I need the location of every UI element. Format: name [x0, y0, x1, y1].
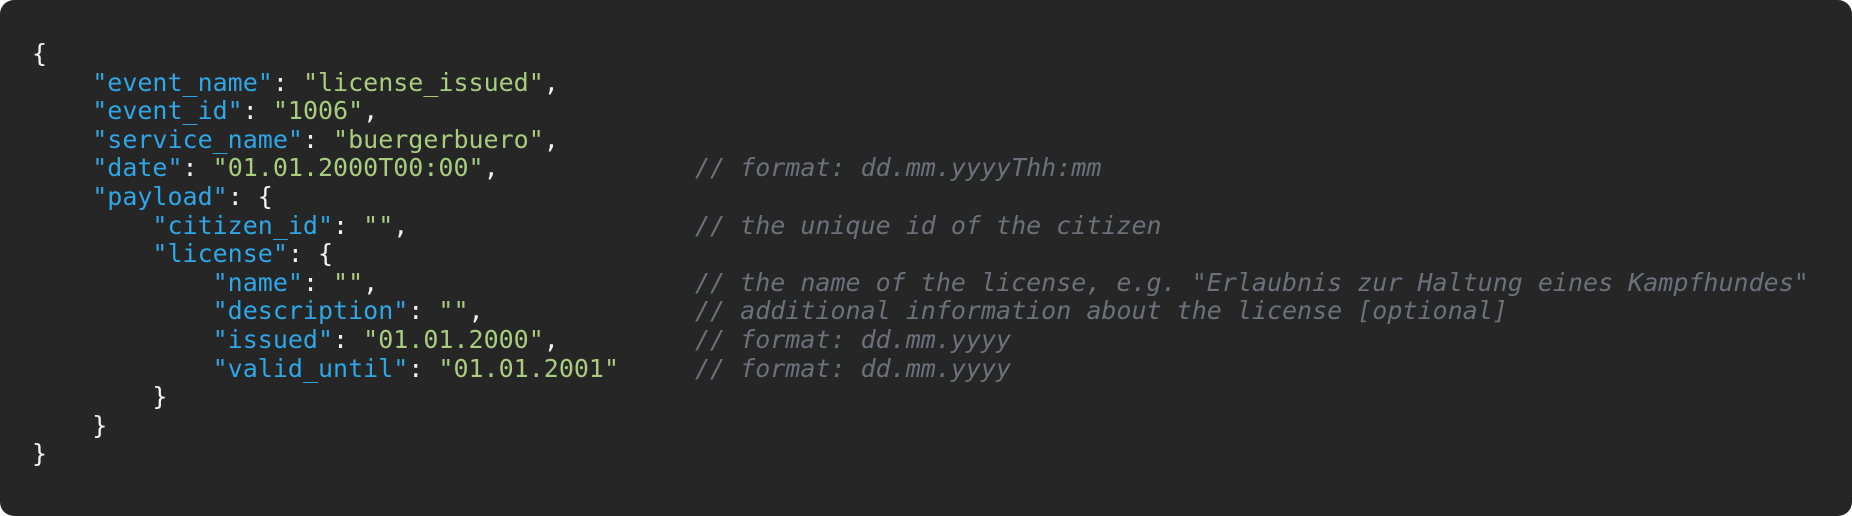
code-text: }: [32, 382, 167, 411]
json-key: "citizen_id": [152, 210, 334, 240]
json-punctuation: }: [32, 439, 48, 469]
json-punctuation: ,: [363, 96, 379, 126]
code-line: {: [32, 39, 619, 69]
json-punctuation: ,: [543, 124, 559, 154]
code-comment: // format: dd.mm.yyyy: [695, 324, 1012, 354]
json-punctuation: }: [92, 410, 108, 440]
json-punctuation: ,: [468, 296, 484, 326]
code-text: "valid_until": "01.01.2001": [32, 354, 619, 383]
code-comment: // format: dd.mm.yyyyThh:mm: [695, 153, 1102, 183]
json-punctuation: : {: [227, 181, 273, 211]
code-line: }: [32, 382, 619, 412]
code-text: "date": "01.01.2000T00:00",: [32, 153, 499, 183]
json-key: "license": [152, 239, 288, 269]
code-text: "name": "",: [32, 267, 379, 297]
json-punctuation: :: [302, 124, 334, 154]
json-key: "service_name": [92, 124, 303, 154]
json-punctuation: : {: [287, 239, 334, 269]
json-punctuation: :: [182, 153, 213, 183]
json-punctuation: :: [302, 267, 334, 297]
code-line: "date": "01.01.2000T00:00", // format: dd…: [32, 153, 1101, 183]
json-punctuation: ,: [543, 67, 559, 97]
json-key: "issued": [212, 324, 334, 354]
json-key: "event_id": [92, 96, 243, 126]
json-string: "license_issued": [302, 67, 544, 97]
code-line: "event_name": "license_issued",: [32, 68, 619, 98]
code-line: "event_id": "1006",: [32, 96, 619, 126]
code-text: "license": {: [32, 239, 333, 268]
json-key: "description": [212, 296, 409, 326]
json-punctuation: :: [408, 353, 439, 383]
code-lines: { "event_name": "license_issued", "event…: [32, 39, 1809, 469]
json-key: "payload": [92, 181, 228, 211]
json-key: "valid_until": [212, 353, 409, 383]
code-block: { "event_name": "license_issued", "event…: [0, 0, 1852, 516]
json-key: "event_name": [92, 67, 273, 97]
json-punctuation: ,: [483, 153, 499, 183]
json-key: "date": [92, 153, 183, 183]
json-punctuation: :: [408, 296, 439, 326]
code-text: "description": "",: [32, 296, 484, 326]
code-line: }: [32, 440, 619, 469]
json-string: "": [438, 296, 469, 326]
code-line: "license": {: [32, 239, 619, 269]
code-text: "citizen_id": "",: [32, 211, 408, 240]
json-punctuation: }: [152, 382, 168, 412]
code-text: "service_name": "buergerbuero",: [32, 125, 559, 154]
json-punctuation: ,: [363, 267, 379, 297]
json-punctuation: :: [242, 96, 273, 126]
json-string: "01.01.2001": [438, 353, 620, 383]
json-punctuation: ,: [543, 324, 559, 354]
json-punctuation: ,: [393, 210, 409, 240]
json-string: "01.01.2000": [363, 324, 544, 354]
code-line: "name": "", // the name of the license, e…: [32, 267, 1809, 298]
code-text: }: [32, 439, 48, 469]
json-string: "1006": [272, 96, 364, 126]
code-text: "event_id": "1006",: [32, 96, 378, 125]
code-line: "payload": {: [32, 182, 619, 212]
code-text: {: [32, 39, 47, 68]
code-text: }: [32, 411, 107, 440]
json-string: "": [333, 267, 364, 297]
json-string: "": [363, 210, 394, 240]
code-text: "payload": {: [32, 182, 273, 211]
json-punctuation: :: [272, 67, 303, 97]
code-comment: // the name of the license, e.g. "Erlaub…: [695, 267, 1809, 297]
code-text: "issued": "01.01.2000",: [32, 325, 559, 354]
code-line: "valid_until": "01.01.2001" // format: dd…: [32, 354, 1011, 384]
json-string: "buergerbuero": [333, 124, 544, 154]
code-line: "service_name": "buergerbuero",: [32, 125, 619, 155]
code-line: }: [32, 411, 619, 441]
code-comment: // the unique id of the citizen: [695, 210, 1162, 240]
code-line: "issued": "01.01.2000", // format: dd.mm.…: [32, 325, 1011, 355]
code-comment: // format: dd.mm.yyyy: [695, 353, 1012, 383]
json-punctuation: :: [333, 210, 364, 240]
json-key: "name": [212, 267, 303, 297]
json-string: "01.01.2000T00:00": [212, 153, 484, 183]
code-line: "description": "", // additional informat…: [32, 296, 1508, 326]
json-punctuation: :: [333, 324, 364, 354]
code-line: "citizen_id": "", // the unique id of the…: [32, 211, 1161, 241]
code-text: "event_name": "license_issued",: [32, 68, 559, 97]
json-punctuation: {: [32, 39, 48, 68]
code-comment: // additional information about the lice…: [695, 296, 1508, 326]
